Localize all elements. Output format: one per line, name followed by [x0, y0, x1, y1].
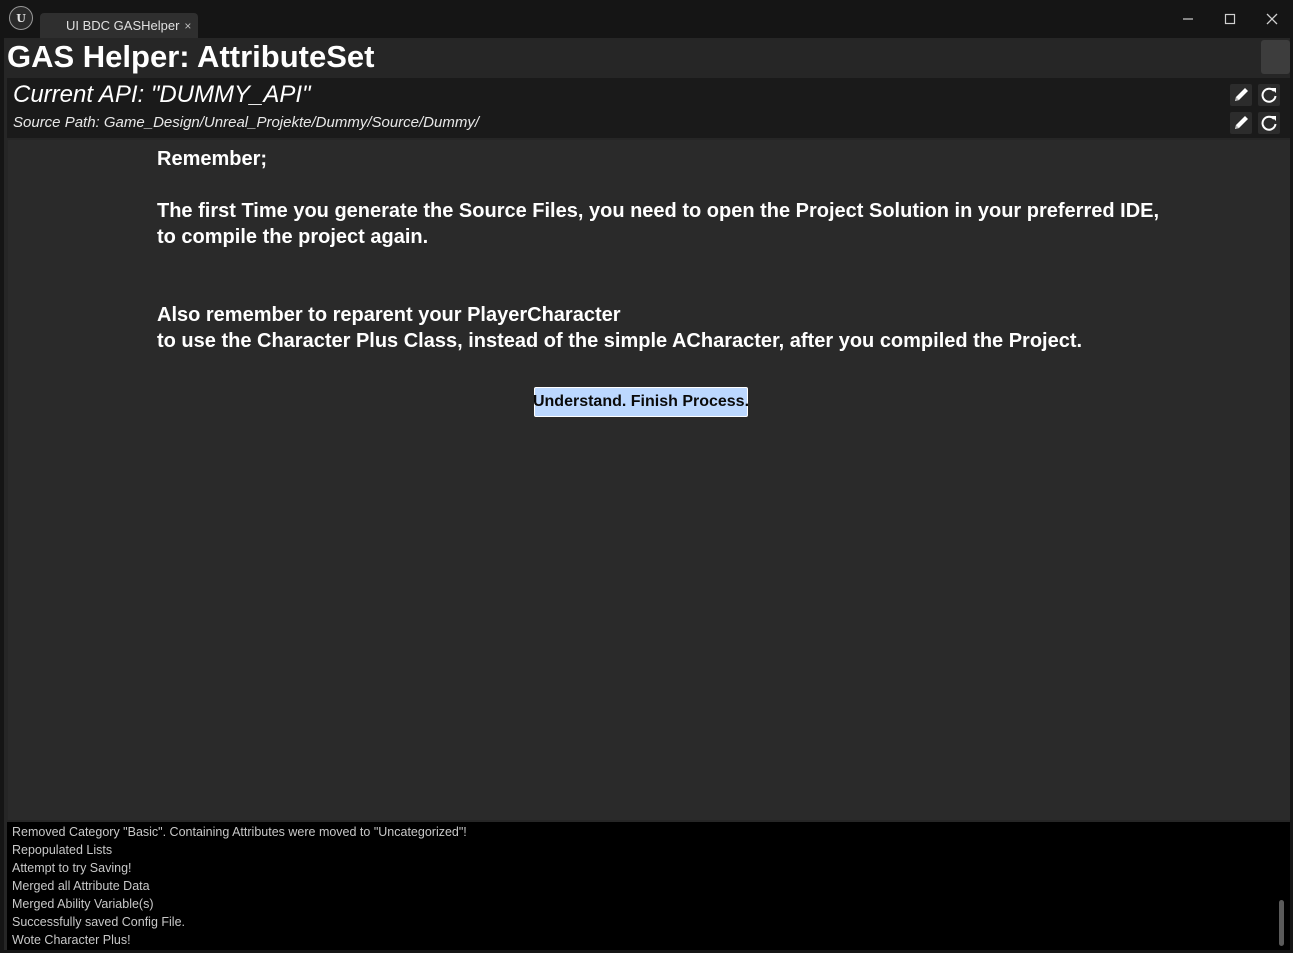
tab-close-icon[interactable]: ×	[184, 19, 191, 33]
reminder-text-line: to compile the project again.	[157, 226, 429, 248]
tab-label: UI BDC GASHelper	[66, 18, 180, 33]
close-icon	[1266, 13, 1278, 25]
reminder-text-line: Also remember to reparent your PlayerCha…	[157, 304, 621, 326]
current-api-label: Current API: "DUMMY_API"	[13, 81, 311, 108]
maximize-button[interactable]	[1209, 4, 1251, 34]
minimize-button[interactable]	[1167, 4, 1209, 34]
editor-content: GAS Helper: AttributeSet Current API: "D…	[4, 38, 1290, 950]
log-line: Wote Character Plus!	[12, 933, 131, 947]
minimize-icon	[1183, 18, 1193, 20]
scrollbar-thumb[interactable]	[1261, 40, 1290, 74]
log-line: Attempt to try Saving!	[12, 861, 132, 875]
reminder-text-line: to use the Character Plus Class, instead…	[157, 330, 1083, 352]
maximize-icon	[1224, 13, 1236, 25]
api-panel: Current API: "DUMMY_API" Source Path: Ga…	[7, 78, 1290, 138]
source-path-label: Source Path: Game_Design/Unreal_Projekte…	[13, 114, 480, 131]
log-line: Repopulated Lists	[12, 843, 113, 857]
finish-process-button[interactable]: Understand. Finish Process.	[533, 387, 749, 417]
unreal-logo-icon: U	[9, 6, 33, 30]
refresh-icon	[1261, 115, 1277, 131]
reminder-text-line: The first Time you generate the Source F…	[157, 200, 1160, 222]
output-log[interactable]: Removed Category "Basic". Containing Att…	[7, 822, 1290, 950]
page-title: GAS Helper: AttributeSet	[7, 39, 375, 74]
app-window: U UI BDC GASHelper × GAS Helper: Attribu…	[0, 0, 1293, 953]
log-line: Removed Category "Basic". Containing Att…	[12, 825, 467, 839]
log-scrollbar-thumb[interactable]	[1279, 900, 1284, 946]
pencil-icon	[1235, 116, 1248, 129]
close-button[interactable]	[1251, 4, 1293, 34]
reminder-panel: Remember; The first Time you generate th…	[8, 140, 1290, 820]
refresh-icon	[1261, 87, 1277, 103]
log-line: Successfully saved Config File.	[12, 915, 185, 929]
remember-heading: Remember;	[157, 148, 268, 170]
refresh-source-path-button[interactable]	[1258, 112, 1280, 134]
pencil-icon	[1235, 88, 1248, 101]
refresh-api-button[interactable]	[1258, 84, 1280, 106]
log-line: Merged Ability Variable(s)	[12, 897, 154, 911]
edit-source-path-button[interactable]	[1230, 112, 1252, 134]
log-line: Merged all Attribute Data	[12, 879, 150, 893]
tab-ui-bdc-gashelper[interactable]: UI BDC GASHelper ×	[40, 13, 198, 38]
title-bar[interactable]: U UI BDC GASHelper ×	[0, 0, 1293, 38]
edit-api-button[interactable]	[1230, 84, 1252, 106]
